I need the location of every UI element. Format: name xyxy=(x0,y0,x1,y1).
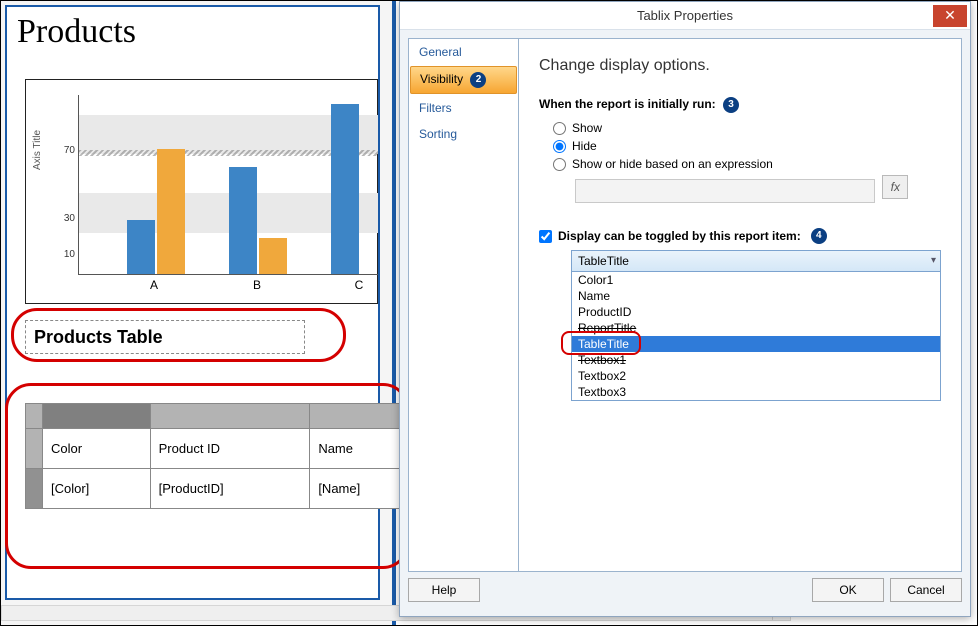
annotation-bubble: 3 xyxy=(723,97,739,113)
dropdown-option[interactable]: Textbox1 xyxy=(572,352,940,368)
close-icon: ✕ xyxy=(944,7,956,23)
dropdown-option[interactable]: ReportTitle xyxy=(572,320,940,336)
when-run-label: When the report is initially run: 3 xyxy=(539,97,941,113)
tablix-header[interactable]: Product ID xyxy=(150,429,310,469)
nav-visibility[interactable]: Visibility 2 xyxy=(410,66,517,94)
radio-input[interactable] xyxy=(553,158,566,171)
nav-general[interactable]: General xyxy=(409,39,518,65)
tablix-header[interactable]: Color xyxy=(43,429,151,469)
ytick: 30 xyxy=(51,213,75,224)
expression-textbox[interactable] xyxy=(575,179,875,203)
dropdown-option[interactable]: Name xyxy=(572,288,940,304)
table-title-textbox[interactable]: Products Table xyxy=(25,320,305,354)
dialog-footer: Help Cancel OK xyxy=(408,578,962,608)
help-button[interactable]: Help xyxy=(408,578,480,602)
tablix-cell[interactable]: [Color] xyxy=(43,469,151,509)
dropdown-option[interactable]: Color1 xyxy=(572,272,940,288)
xtick: C xyxy=(355,278,364,292)
report-design-surface: Products Axis Title 10 30 70 xyxy=(1,1,396,625)
cancel-button[interactable]: Cancel xyxy=(890,578,962,602)
nav-filters[interactable]: Filters xyxy=(409,95,518,121)
dropdown-option[interactable]: Textbox3 xyxy=(572,384,940,400)
dialog-nav: General Visibility 2 Filters Sorting xyxy=(408,38,519,572)
dropdown-list: Color1 Name ProductID ReportTitle TableT… xyxy=(571,272,941,401)
dropdown-option[interactable]: TableTitle xyxy=(572,336,940,352)
dropdown-selected: TableTitle xyxy=(578,254,629,268)
content-heading: Change display options. xyxy=(539,57,941,75)
toggle-item-dropdown[interactable]: TableTitle ▾ Color1 Name ProductID Repor… xyxy=(571,250,941,401)
radio-hide[interactable]: Hide xyxy=(553,139,941,153)
tablix-properties-dialog: Tablix Properties ✕ General Visibility 2… xyxy=(399,1,971,617)
tablix[interactable]: Color Product ID Name [Color] [ProductID… xyxy=(25,403,425,509)
report-page: Products Axis Title 10 30 70 xyxy=(5,5,380,600)
radio-show[interactable]: Show xyxy=(553,121,941,135)
toggle-checkbox[interactable] xyxy=(539,230,552,243)
dialog-title: Tablix Properties xyxy=(637,8,733,23)
ytick: 70 xyxy=(51,145,75,156)
dropdown-option[interactable]: Textbox2 xyxy=(572,368,940,384)
dialog-titlebar[interactable]: Tablix Properties ✕ xyxy=(400,2,970,30)
radio-input[interactable] xyxy=(553,122,566,135)
annotation-bubble: 2 xyxy=(470,72,486,88)
report-title: Products xyxy=(7,7,378,57)
radio-input[interactable] xyxy=(553,140,566,153)
chart[interactable]: Axis Title 10 30 70 A B C xyxy=(25,79,378,304)
dialog-content: Change display options. When the report … xyxy=(519,38,962,572)
xtick: A xyxy=(150,278,158,292)
chevron-down-icon: ▾ xyxy=(931,255,936,266)
fx-button[interactable]: fx xyxy=(882,175,908,199)
radio-expression[interactable]: Show or hide based on an expression xyxy=(553,157,941,171)
annotation-bubble: 4 xyxy=(811,228,827,244)
xtick: B xyxy=(253,278,261,292)
toggle-checkbox-row[interactable]: Display can be toggled by this report it… xyxy=(539,228,941,244)
ok-button[interactable]: OK xyxy=(812,578,884,602)
close-button[interactable]: ✕ xyxy=(933,5,967,27)
ytick: 10 xyxy=(51,249,75,260)
y-axis-title: Axis Title xyxy=(32,130,43,170)
chart-plot: 10 30 70 A B C xyxy=(78,95,378,275)
tablix-cell[interactable]: [ProductID] xyxy=(150,469,310,509)
dropdown-option[interactable]: ProductID xyxy=(572,304,940,320)
nav-sorting[interactable]: Sorting xyxy=(409,121,518,147)
